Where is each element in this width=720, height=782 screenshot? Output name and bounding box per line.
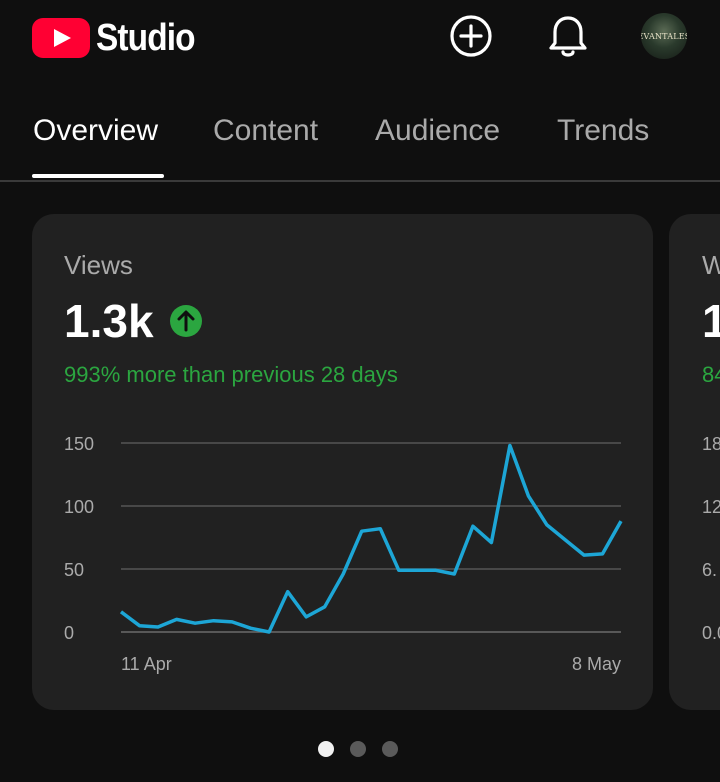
youtube-play-icon xyxy=(32,18,90,58)
y-tick-label: 100 xyxy=(64,497,94,517)
add-icon xyxy=(450,15,492,57)
top-bar: Studio EVANTALES xyxy=(0,0,720,80)
y-tick-label: 12 xyxy=(702,497,720,517)
carousel-pagination xyxy=(318,741,398,757)
tab-audience[interactable]: Audience xyxy=(375,114,500,148)
y-tick-label: 6. xyxy=(702,560,717,580)
channel-avatar[interactable]: EVANTALES xyxy=(641,13,687,59)
create-button[interactable] xyxy=(447,12,495,60)
avatar-text: EVANTALES xyxy=(641,31,687,41)
tab-content[interactable]: Content xyxy=(213,114,318,148)
views-card[interactable]: Views 1.3k 993% more than previous 28 da… xyxy=(32,214,653,710)
notifications-button[interactable] xyxy=(544,12,592,60)
active-tab-indicator xyxy=(32,174,164,178)
tab-overview[interactable]: Overview xyxy=(33,114,158,148)
watch-time-card-partial[interactable]: W 1 84 18126.0.0 xyxy=(669,214,720,710)
youtube-studio-logo[interactable]: Studio xyxy=(32,14,208,62)
tab-trends[interactable]: Trends xyxy=(557,114,649,148)
analytics-tabs: Overview Content Audience Trends xyxy=(0,100,720,182)
bell-icon xyxy=(549,16,587,57)
x-tick-label: 8 May xyxy=(572,654,621,674)
watch-time-chart-partial: 18 12 6. 0.0 xyxy=(702,434,720,643)
views-line-chart: 0 50 100 150 11 Apr 8 May xyxy=(64,434,623,674)
y-tick-label: 50 xyxy=(64,560,84,580)
page-dot-1[interactable] xyxy=(318,741,334,757)
page-dot-2[interactable] xyxy=(350,741,366,757)
y-tick-label: 18 xyxy=(702,434,720,454)
y-tick-label: 0 xyxy=(64,623,74,643)
views-series-line xyxy=(119,443,623,634)
x-tick-label: 11 Apr xyxy=(121,654,172,674)
y-tick-label: 0.0 xyxy=(702,623,720,643)
page-dot-3[interactable] xyxy=(382,741,398,757)
logo-text: Studio xyxy=(96,16,196,59)
y-tick-label: 150 xyxy=(64,434,94,454)
